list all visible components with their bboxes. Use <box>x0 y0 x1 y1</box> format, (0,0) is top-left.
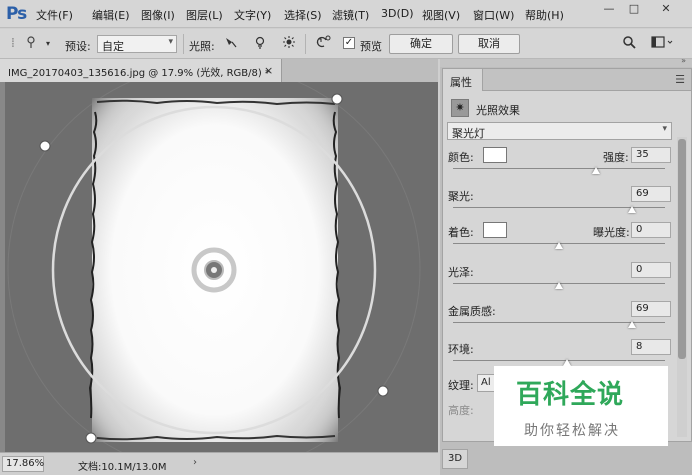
document-title: IMG_20170403_135616.jpg @ 17.9% (光效, RGB… <box>8 68 270 79</box>
color-label: 颜色: <box>448 151 474 164</box>
watermark-subtitle: 助你轻松解决 <box>524 423 620 439</box>
document-area: IMG_20170403_135616.jpg @ 17.9% (光效, RGB… <box>0 59 438 475</box>
panel-menu-icon[interactable]: ☰ <box>675 73 685 86</box>
search-icon[interactable] <box>620 35 638 53</box>
menu-window[interactable]: 窗口(W) <box>473 7 514 23</box>
minimize-button[interactable]: — <box>600 2 618 16</box>
gloss-value[interactable]: 0 <box>631 262 671 278</box>
dock-collapse-bar[interactable]: » <box>440 56 692 67</box>
metallic-value[interactable]: 69 <box>631 301 671 317</box>
chevron-down-icon: ▾ <box>168 37 173 47</box>
chevron-down-icon[interactable]: ▾ <box>39 35 57 53</box>
spotlight-tool-icon[interactable] <box>22 35 40 53</box>
intensity-label: 强度: <box>603 151 629 164</box>
ok-button[interactable]: 确定 <box>389 34 453 54</box>
colorize-color-swatch[interactable] <box>483 222 507 238</box>
ambience-label: 环境: <box>448 343 474 356</box>
hotspot-slider-thumb[interactable] <box>628 206 637 213</box>
texture-value: Al <box>481 377 491 388</box>
document-size: 文档:10.1M/13.0M <box>78 462 167 473</box>
options-bar: ⁞ ▾ 预设: 自定 ▾ 光照: ✓ 预览 确定 取消 <box>0 29 692 59</box>
colorize-label: 着色: <box>448 226 474 239</box>
ambience-slider-track[interactable] <box>453 360 665 361</box>
hotspot-label: 聚光: <box>448 190 474 203</box>
collapse-icon[interactable]: » <box>681 56 686 65</box>
light-center-dot <box>211 267 217 273</box>
preset-label: 预设: <box>65 40 91 53</box>
menu-bar: Ps 文件(F) 编辑(E) 图像(I) 图层(L) 文字(Y) 选择(S) 滤… <box>0 0 692 28</box>
document-tab[interactable]: IMG_20170403_135616.jpg @ 17.9% (光效, RGB… <box>0 59 282 82</box>
ambience-slider-thumb[interactable] <box>563 359 572 366</box>
app-logo: Ps <box>6 4 27 24</box>
watermark: 百科全说 助你轻松解决 <box>494 366 668 446</box>
lighting-preview <box>7 82 421 452</box>
restore-button[interactable]: □ <box>625 2 643 16</box>
menu-image[interactable]: 图像(I) <box>141 7 175 23</box>
metallic-slider-thumb[interactable] <box>628 321 637 328</box>
light-handle-top[interactable] <box>331 93 343 105</box>
intensity-slider-track[interactable] <box>453 168 665 169</box>
light-handle-bottom[interactable] <box>85 432 97 444</box>
point-light-icon[interactable] <box>251 35 269 53</box>
menu-type[interactable]: 文字(Y) <box>234 7 271 23</box>
intensity-value[interactable]: 35 <box>631 147 671 163</box>
cancel-button[interactable]: 取消 <box>458 34 520 54</box>
scrollbar-thumb[interactable] <box>678 139 686 359</box>
preset-select[interactable]: 自定 ▾ <box>97 35 177 53</box>
preset-value: 自定 <box>102 40 124 53</box>
effect-title: 光照效果 <box>476 104 520 117</box>
height-label: 高度: <box>448 404 474 417</box>
grip-icon: ⁞ <box>10 36 16 51</box>
lighting-effects-icon: ✷ <box>451 99 469 117</box>
exposure-value[interactable]: 0 <box>631 222 671 238</box>
document-tab-strip: IMG_20170403_135616.jpg @ 17.9% (光效, RGB… <box>0 59 438 82</box>
gloss-slider-thumb[interactable] <box>555 282 563 289</box>
preview-label: 预览 <box>360 40 382 53</box>
hotspot-value[interactable]: 69 <box>631 186 671 202</box>
close-button[interactable]: ✕ <box>657 2 675 16</box>
exposure-label: 曝光度: <box>593 226 630 239</box>
status-bar: 17.86% 文档:10.1M/13.0M › <box>0 452 438 475</box>
workspace-icon[interactable] <box>650 35 676 53</box>
chevron-right-icon[interactable]: › <box>193 457 197 468</box>
separator <box>305 34 306 54</box>
reset-icon[interactable] <box>314 35 332 53</box>
properties-scrollbar[interactable] <box>677 137 687 437</box>
menu-filter[interactable]: 滤镜(T) <box>332 7 369 23</box>
metallic-label: 金属质感: <box>448 305 496 318</box>
intensity-slider-thumb[interactable] <box>592 167 601 174</box>
preview-checkbox[interactable]: ✓ <box>343 37 355 49</box>
light-handle-right[interactable] <box>377 385 389 397</box>
chevron-down-icon: ▾ <box>662 124 667 134</box>
tab-3d[interactable]: 3D <box>442 449 468 469</box>
menu-file[interactable]: 文件(F) <box>36 7 73 23</box>
gloss-label: 光泽: <box>448 266 474 279</box>
canvas[interactable] <box>5 82 438 452</box>
close-icon[interactable]: × <box>264 64 273 77</box>
menu-edit[interactable]: 编辑(E) <box>92 7 130 23</box>
light-type-value: 聚光灯 <box>452 127 485 140</box>
menu-view[interactable]: 视图(V) <box>422 7 460 23</box>
texture-label: 纹理: <box>448 379 474 392</box>
light-label: 光照: <box>189 40 215 53</box>
exposure-slider-thumb[interactable] <box>555 242 563 249</box>
menu-3d[interactable]: 3D(D) <box>381 7 414 20</box>
properties-tab-bar: 属性 ☰ <box>443 69 691 91</box>
infinite-light-icon[interactable] <box>280 35 298 53</box>
menu-select[interactable]: 选择(S) <box>284 7 322 23</box>
spot-light-icon[interactable] <box>222 35 240 53</box>
menu-layer[interactable]: 图层(L) <box>186 7 223 23</box>
ambience-value[interactable]: 8 <box>631 339 671 355</box>
tab-properties[interactable]: 属性 <box>443 69 483 91</box>
light-handle-left[interactable] <box>39 140 51 152</box>
watermark-logo: 百科全说 <box>516 380 625 410</box>
light-color-swatch[interactable] <box>483 147 507 163</box>
menu-help[interactable]: 帮助(H) <box>525 7 564 23</box>
separator <box>183 34 184 54</box>
light-type-select[interactable]: 聚光灯 ▾ <box>447 122 672 140</box>
zoom-field[interactable]: 17.86% <box>2 456 44 472</box>
